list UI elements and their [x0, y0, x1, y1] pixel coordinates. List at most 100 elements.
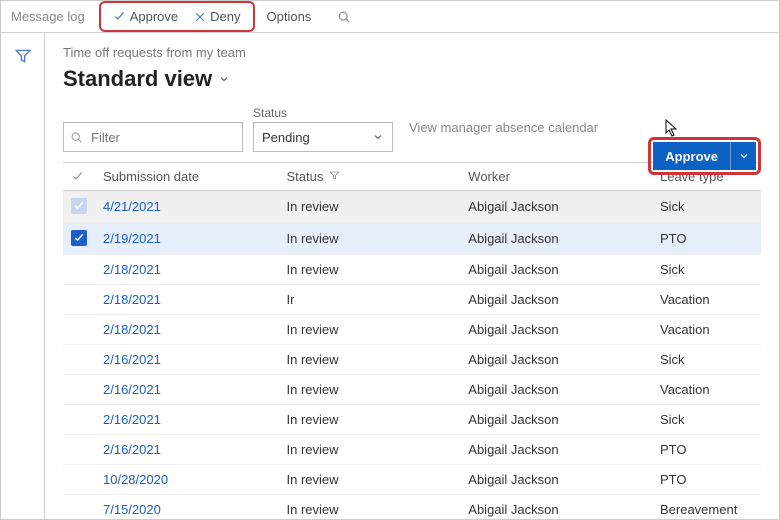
table-row[interactable]: 2/16/2021In reviewAbigail JacksonPTO — [63, 435, 761, 465]
page-title-text: Standard view — [63, 66, 212, 92]
cell-submission-date[interactable]: 2/19/2021 — [95, 223, 279, 255]
toolbar-approve-label: Approve — [130, 9, 178, 24]
row-checkbox[interactable] — [63, 223, 95, 255]
table-row[interactable]: 2/16/2021In reviewAbigail JacksonSick — [63, 405, 761, 435]
col-status[interactable]: Status — [279, 163, 461, 191]
cell-submission-date[interactable]: 2/16/2021 — [95, 375, 279, 405]
cell-submission-date[interactable]: 2/18/2021 — [95, 315, 279, 345]
content-area: Time off requests from my team Standard … — [1, 33, 779, 519]
cell-worker[interactable]: Abigail Jackson — [460, 495, 652, 520]
row-checkbox[interactable] — [63, 191, 95, 223]
search-icon — [337, 10, 351, 24]
row-checkbox[interactable] — [63, 465, 95, 495]
select-all-header[interactable] — [63, 163, 95, 191]
col-submission-date[interactable]: Submission date — [95, 163, 279, 191]
approve-primary-highlight: Approve — [648, 137, 761, 175]
table-row[interactable]: 2/18/2021IrAbigail JacksonVacation — [63, 285, 761, 315]
cell-submission-date[interactable]: 2/16/2021 — [95, 435, 279, 465]
chevron-down-icon — [372, 131, 384, 143]
check-icon — [113, 10, 126, 23]
check-icon — [71, 230, 87, 246]
cell-submission-date[interactable]: 7/15/2020 — [95, 495, 279, 520]
cell-status: In review — [279, 435, 461, 465]
table-row[interactable]: 7/15/2020In reviewAbigail JacksonBereave… — [63, 495, 761, 520]
cell-worker[interactable]: Abigail Jackson — [460, 465, 652, 495]
row-checkbox[interactable] — [63, 345, 95, 375]
toolbar-deny-button[interactable]: Deny — [186, 5, 248, 28]
table-row[interactable]: 2/16/2021In reviewAbigail JacksonVacatio… — [63, 375, 761, 405]
table-row[interactable]: 10/28/2020In reviewAbigail JacksonPTO — [63, 465, 761, 495]
app-frame: Message log Approve Deny Options — [0, 0, 780, 520]
row-checkbox[interactable] — [63, 495, 95, 520]
cell-status: In review — [279, 315, 461, 345]
filter-input-wrap[interactable] — [63, 122, 243, 152]
toolbar-options-label: Options — [267, 9, 312, 24]
col-worker[interactable]: Worker — [460, 163, 652, 191]
filter-icon[interactable] — [1, 47, 44, 65]
cell-leave-type: Vacation — [652, 285, 761, 315]
row-checkbox[interactable] — [63, 375, 95, 405]
table-row[interactable]: 2/16/2021In reviewAbigail JacksonSick — [63, 345, 761, 375]
status-label: Status — [253, 106, 393, 120]
page-title[interactable]: Standard view — [63, 66, 761, 92]
cell-leave-type: PTO — [652, 465, 761, 495]
cell-submission-date[interactable]: 10/28/2020 — [95, 465, 279, 495]
table-row[interactable]: 2/18/2021In reviewAbigail JacksonSick — [63, 255, 761, 285]
approve-primary-dropdown[interactable] — [730, 142, 756, 170]
chevron-down-icon — [218, 73, 230, 85]
breadcrumb: Time off requests from my team — [63, 45, 761, 60]
cell-status: In review — [279, 495, 461, 520]
cell-worker[interactable]: Abigail Jackson — [460, 435, 652, 465]
manager-calendar-link[interactable]: View manager absence calendar — [409, 120, 598, 135]
cell-status: In review — [279, 375, 461, 405]
toolbar-approve-button[interactable]: Approve — [105, 5, 186, 28]
approve-deny-highlight: Approve Deny — [99, 1, 255, 32]
row-checkbox[interactable] — [63, 435, 95, 465]
row-checkbox[interactable] — [63, 315, 95, 345]
toolbar-options-button[interactable]: Options — [259, 5, 320, 28]
cell-worker[interactable]: Abigail Jackson — [460, 191, 652, 223]
cell-worker[interactable]: Abigail Jackson — [460, 285, 652, 315]
cell-leave-type: Sick — [652, 405, 761, 435]
table-row[interactable]: 4/21/2021In reviewAbigail JacksonSick — [63, 191, 761, 223]
table-row[interactable]: 2/19/2021In reviewAbigail JacksonPTO — [63, 223, 761, 255]
cell-status: In review — [279, 223, 461, 255]
row-checkbox[interactable] — [63, 405, 95, 435]
cell-worker[interactable]: Abigail Jackson — [460, 255, 652, 285]
toolbar-search-button[interactable] — [329, 6, 359, 28]
cell-worker[interactable]: Abigail Jackson — [460, 405, 652, 435]
cell-submission-date[interactable]: 2/16/2021 — [95, 345, 279, 375]
cell-status: Ir — [279, 285, 461, 315]
row-checkbox[interactable] — [63, 285, 95, 315]
cell-worker[interactable]: Abigail Jackson — [460, 315, 652, 345]
message-log-label: Message log — [11, 9, 85, 24]
cell-status: In review — [279, 345, 461, 375]
status-select[interactable]: Pending — [253, 122, 393, 152]
cell-status: In review — [279, 191, 461, 223]
row-checkbox[interactable] — [63, 255, 95, 285]
cell-worker[interactable]: Abigail Jackson — [460, 375, 652, 405]
cell-leave-type: Sick — [652, 191, 761, 223]
cell-leave-type: PTO — [652, 223, 761, 255]
cell-leave-type: PTO — [652, 435, 761, 465]
cell-worker[interactable]: Abigail Jackson — [460, 345, 652, 375]
cell-submission-date[interactable]: 2/18/2021 — [95, 285, 279, 315]
left-rail — [1, 33, 45, 519]
x-icon — [194, 11, 206, 23]
status-filter: Status Pending — [253, 106, 393, 152]
approve-primary-button[interactable]: Approve — [653, 142, 730, 170]
cell-status: In review — [279, 255, 461, 285]
toolbar-deny-label: Deny — [210, 9, 240, 24]
top-toolbar: Message log Approve Deny Options — [1, 1, 779, 33]
cell-leave-type: Vacation — [652, 375, 761, 405]
cell-worker[interactable]: Abigail Jackson — [460, 223, 652, 255]
cell-submission-date[interactable]: 2/16/2021 — [95, 405, 279, 435]
table-row[interactable]: 2/18/2021In reviewAbigail JacksonVacatio… — [63, 315, 761, 345]
cell-submission-date[interactable]: 2/18/2021 — [95, 255, 279, 285]
main-panel: Time off requests from my team Standard … — [45, 33, 779, 519]
filter-input[interactable] — [89, 129, 236, 146]
cell-submission-date[interactable]: 4/21/2021 — [95, 191, 279, 223]
search-icon — [70, 131, 83, 144]
message-log-button[interactable]: Message log — [7, 5, 95, 28]
requests-table: Submission date Status Worker Leave type… — [63, 162, 761, 519]
